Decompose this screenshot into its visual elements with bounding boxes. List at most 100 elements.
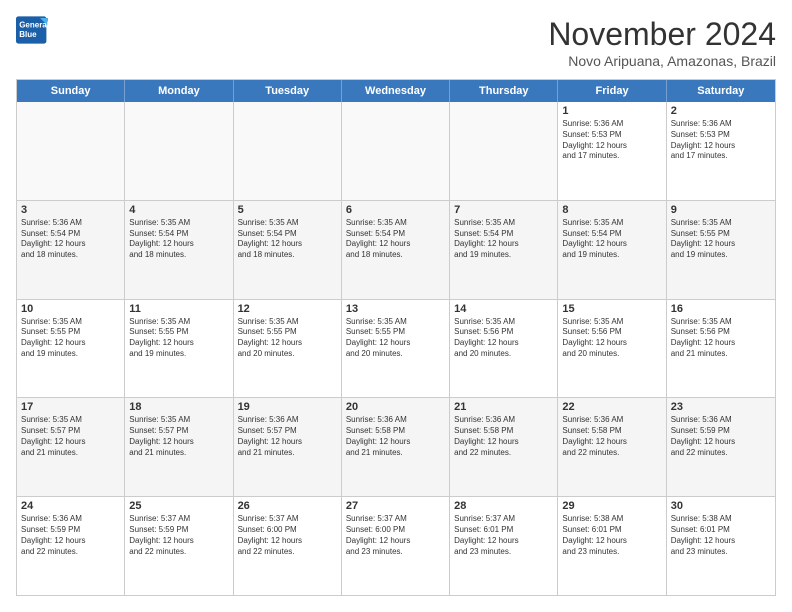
day-number: 3 xyxy=(21,204,120,216)
day-number: 17 xyxy=(21,401,120,413)
day-cell-29: 29Sunrise: 5:38 AM Sunset: 6:01 PM Dayli… xyxy=(558,497,666,595)
week-row-3: 17 Sunrise: 5:35 AM Sunset: 5:57 PM Dayli… xyxy=(17,398,775,497)
day-cell-28: 28Sunrise: 5:37 AM Sunset: 6:01 PM Dayli… xyxy=(450,497,558,595)
cell-info: Sunrise: 5:36 AM Sunset: 5:54 PM Dayligh… xyxy=(21,218,120,261)
day-number: 18 xyxy=(129,401,228,413)
day-number: 22 xyxy=(562,401,661,413)
day-cell-6: 6Sunrise: 5:35 AM Sunset: 5:54 PM Daylig… xyxy=(342,201,450,299)
header-day-saturday: Saturday xyxy=(667,80,775,102)
cell-info: Sunrise: 5:35 AM Sunset: 5:55 PM Dayligh… xyxy=(238,317,337,360)
week-row-4: 24 Sunrise: 5:36 AM Sunset: 5:59 PM Dayli… xyxy=(17,497,775,595)
header: General Blue November 2024 Novo Aripuana… xyxy=(16,16,776,69)
day-cell-18: 18 Sunrise: 5:35 AM Sunset: 5:57 PM Dayli… xyxy=(125,398,233,496)
day-number: 8 xyxy=(562,204,661,216)
cell-info: Sunrise: 5:37 AM Sunset: 6:00 PM Dayligh… xyxy=(346,514,445,557)
day-cell-30: 30 Sunrise: 5:38 AM Sunset: 6:01 PM Dayli… xyxy=(667,497,775,595)
day-number: 13 xyxy=(346,303,445,315)
cell-info: Sunrise: 5:35 AM Sunset: 5:56 PM Dayligh… xyxy=(671,317,771,360)
cell-info: Sunrise: 5:37 AM Sunset: 5:59 PM Dayligh… xyxy=(129,514,228,557)
empty-cell xyxy=(450,102,558,200)
calendar: SundayMondayTuesdayWednesdayThursdayFrid… xyxy=(16,79,776,596)
cell-info: Sunrise: 5:35 AM Sunset: 5:54 PM Dayligh… xyxy=(562,218,661,261)
day-cell-3: 3 Sunrise: 5:36 AM Sunset: 5:54 PM Daylig… xyxy=(17,201,125,299)
day-cell-25: 25 Sunrise: 5:37 AM Sunset: 5:59 PM Dayli… xyxy=(125,497,233,595)
day-cell-13: 13Sunrise: 5:35 AM Sunset: 5:55 PM Dayli… xyxy=(342,300,450,398)
empty-cell xyxy=(125,102,233,200)
day-number: 14 xyxy=(454,303,553,315)
cell-info: Sunrise: 5:36 AM Sunset: 5:53 PM Dayligh… xyxy=(562,119,661,162)
header-day-sunday: Sunday xyxy=(17,80,125,102)
cell-info: Sunrise: 5:35 AM Sunset: 5:54 PM Dayligh… xyxy=(454,218,553,261)
title-area: November 2024 Novo Aripuana, Amazonas, B… xyxy=(548,16,776,69)
empty-cell xyxy=(342,102,450,200)
day-cell-16: 16Sunrise: 5:35 AM Sunset: 5:56 PM Dayli… xyxy=(667,300,775,398)
cell-info: Sunrise: 5:35 AM Sunset: 5:55 PM Dayligh… xyxy=(21,317,120,360)
week-row-2: 10 Sunrise: 5:35 AM Sunset: 5:55 PM Dayli… xyxy=(17,300,775,399)
day-cell-11: 11 Sunrise: 5:35 AM Sunset: 5:55 PM Dayli… xyxy=(125,300,233,398)
empty-cell xyxy=(234,102,342,200)
week-row-1: 3 Sunrise: 5:36 AM Sunset: 5:54 PM Daylig… xyxy=(17,201,775,300)
header-day-monday: Monday xyxy=(125,80,233,102)
cell-info: Sunrise: 5:38 AM Sunset: 6:01 PM Dayligh… xyxy=(562,514,661,557)
day-number: 23 xyxy=(671,401,771,413)
cell-info: Sunrise: 5:36 AM Sunset: 5:59 PM Dayligh… xyxy=(671,415,771,458)
day-cell-22: 22Sunrise: 5:36 AM Sunset: 5:58 PM Dayli… xyxy=(558,398,666,496)
day-number: 20 xyxy=(346,401,445,413)
day-number: 6 xyxy=(346,204,445,216)
logo-icon: General Blue xyxy=(16,16,48,44)
day-cell-10: 10 Sunrise: 5:35 AM Sunset: 5:55 PM Dayli… xyxy=(17,300,125,398)
day-number: 25 xyxy=(129,500,228,512)
day-number: 10 xyxy=(21,303,120,315)
day-cell-21: 21Sunrise: 5:36 AM Sunset: 5:58 PM Dayli… xyxy=(450,398,558,496)
svg-text:General: General xyxy=(19,21,48,30)
cell-info: Sunrise: 5:36 AM Sunset: 5:53 PM Dayligh… xyxy=(671,119,771,162)
cell-info: Sunrise: 5:37 AM Sunset: 6:00 PM Dayligh… xyxy=(238,514,337,557)
day-number: 5 xyxy=(238,204,337,216)
cell-info: Sunrise: 5:35 AM Sunset: 5:56 PM Dayligh… xyxy=(562,317,661,360)
day-cell-26: 26Sunrise: 5:37 AM Sunset: 6:00 PM Dayli… xyxy=(234,497,342,595)
day-number: 21 xyxy=(454,401,553,413)
calendar-body: 1 Sunrise: 5:36 AM Sunset: 5:53 PM Daylig… xyxy=(17,102,775,595)
cell-info: Sunrise: 5:35 AM Sunset: 5:55 PM Dayligh… xyxy=(671,218,771,261)
day-number: 9 xyxy=(671,204,771,216)
logo: General Blue xyxy=(16,16,48,44)
day-cell-7: 7 Sunrise: 5:35 AM Sunset: 5:54 PM Daylig… xyxy=(450,201,558,299)
header-day-tuesday: Tuesday xyxy=(234,80,342,102)
cell-info: Sunrise: 5:36 AM Sunset: 5:57 PM Dayligh… xyxy=(238,415,337,458)
day-number: 4 xyxy=(129,204,228,216)
day-number: 7 xyxy=(454,204,553,216)
cell-info: Sunrise: 5:36 AM Sunset: 5:59 PM Dayligh… xyxy=(21,514,120,557)
day-cell-20: 20Sunrise: 5:36 AM Sunset: 5:58 PM Dayli… xyxy=(342,398,450,496)
week-row-0: 1 Sunrise: 5:36 AM Sunset: 5:53 PM Daylig… xyxy=(17,102,775,201)
day-cell-12: 12 Sunrise: 5:35 AM Sunset: 5:55 PM Dayli… xyxy=(234,300,342,398)
day-number: 12 xyxy=(238,303,337,315)
day-number: 1 xyxy=(562,105,661,117)
cell-info: Sunrise: 5:35 AM Sunset: 5:54 PM Dayligh… xyxy=(129,218,228,261)
day-number: 27 xyxy=(346,500,445,512)
header-day-thursday: Thursday xyxy=(450,80,558,102)
day-cell-9: 9 Sunrise: 5:35 AM Sunset: 5:55 PM Daylig… xyxy=(667,201,775,299)
day-cell-2: 2Sunrise: 5:36 AM Sunset: 5:53 PM Daylig… xyxy=(667,102,775,200)
header-day-friday: Friday xyxy=(558,80,666,102)
day-cell-24: 24 Sunrise: 5:36 AM Sunset: 5:59 PM Dayli… xyxy=(17,497,125,595)
calendar-header: SundayMondayTuesdayWednesdayThursdayFrid… xyxy=(17,80,775,102)
day-cell-23: 23 Sunrise: 5:36 AM Sunset: 5:59 PM Dayli… xyxy=(667,398,775,496)
day-cell-14: 14Sunrise: 5:35 AM Sunset: 5:56 PM Dayli… xyxy=(450,300,558,398)
day-cell-19: 19 Sunrise: 5:36 AM Sunset: 5:57 PM Dayli… xyxy=(234,398,342,496)
day-number: 28 xyxy=(454,500,553,512)
day-number: 30 xyxy=(671,500,771,512)
day-cell-27: 27 Sunrise: 5:37 AM Sunset: 6:00 PM Dayli… xyxy=(342,497,450,595)
day-cell-4: 4 Sunrise: 5:35 AM Sunset: 5:54 PM Daylig… xyxy=(125,201,233,299)
cell-info: Sunrise: 5:35 AM Sunset: 5:57 PM Dayligh… xyxy=(129,415,228,458)
header-day-wednesday: Wednesday xyxy=(342,80,450,102)
day-cell-1: 1 Sunrise: 5:36 AM Sunset: 5:53 PM Daylig… xyxy=(558,102,666,200)
day-cell-15: 15Sunrise: 5:35 AM Sunset: 5:56 PM Dayli… xyxy=(558,300,666,398)
location: Novo Aripuana, Amazonas, Brazil xyxy=(548,53,776,69)
day-number: 11 xyxy=(129,303,228,315)
page: General Blue November 2024 Novo Aripuana… xyxy=(0,0,792,612)
cell-info: Sunrise: 5:35 AM Sunset: 5:55 PM Dayligh… xyxy=(129,317,228,360)
day-number: 19 xyxy=(238,401,337,413)
cell-info: Sunrise: 5:38 AM Sunset: 6:01 PM Dayligh… xyxy=(671,514,771,557)
day-cell-8: 8 Sunrise: 5:35 AM Sunset: 5:54 PM Daylig… xyxy=(558,201,666,299)
day-number: 24 xyxy=(21,500,120,512)
